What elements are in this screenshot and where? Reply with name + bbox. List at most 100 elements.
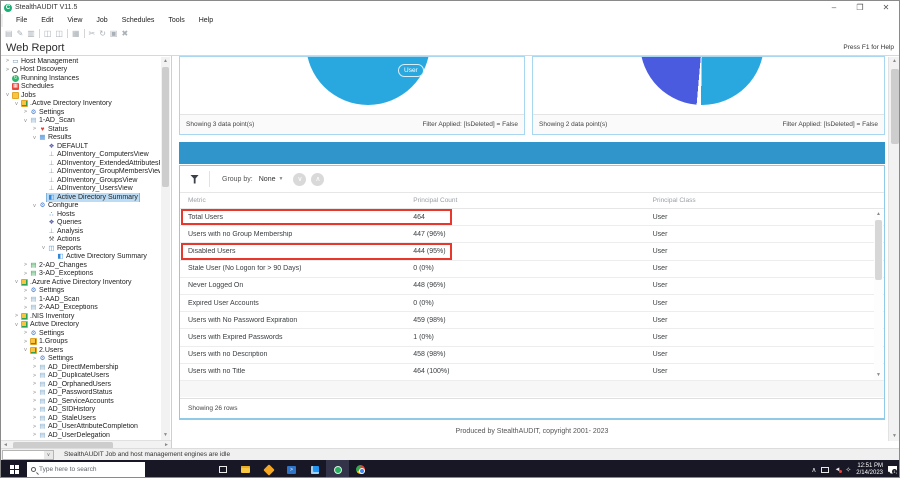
tree-item[interactable]: >⚙Settings (1, 329, 160, 338)
tray-chevron-up-icon[interactable]: ∧ (811, 466, 816, 474)
report-scroll-up-icon[interactable]: ▲ (889, 57, 900, 66)
close-button[interactable]: ✕ (873, 1, 899, 14)
tree-item[interactable]: >▤AD_ServiceAccounts (1, 397, 160, 406)
chrome-icon[interactable] (349, 460, 372, 478)
new-job-icon[interactable]: ▤ (5, 28, 13, 40)
connected-devices-icon[interactable]: ✧ (845, 466, 851, 474)
expand-icon[interactable]: > (31, 424, 38, 430)
notifications-icon[interactable]: 1 (888, 466, 897, 474)
tree-item[interactable]: >▤1-AAD_Scan (1, 295, 160, 304)
expand-icon[interactable]: > (31, 373, 38, 379)
tree-item[interactable]: ▦Schedules (1, 83, 160, 92)
collapse-icon[interactable]: v (31, 203, 38, 209)
tree-item[interactable]: ❖DEFAULT (1, 142, 160, 151)
tree-item[interactable]: >▤2-AAD_Exceptions (1, 304, 160, 313)
table-row[interactable]: Expired User Accounts0 (0%)User (180, 295, 884, 312)
network-icon[interactable] (821, 467, 829, 473)
collapse-icon[interactable]: v (4, 92, 11, 98)
report-vscroll-thumb[interactable] (891, 69, 899, 144)
tree-item[interactable]: ◧Active Directory Summary (1, 193, 160, 202)
status-combo-box[interactable]: ∨ (2, 450, 54, 460)
expand-icon[interactable]: > (22, 262, 29, 268)
taskbar-search[interactable]: Type here to search (27, 462, 145, 477)
tree-item[interactable]: ⊥ADInventory_GroupMembersView (1, 168, 160, 177)
expand-icon[interactable]: > (31, 398, 38, 404)
tree-item[interactable]: ⊥ADInventory_ComputersView (1, 151, 160, 160)
cut-icon[interactable]: ✂ (89, 28, 96, 40)
menu-help[interactable]: Help (192, 17, 220, 24)
report-scroll-down-icon[interactable]: ▼ (889, 432, 900, 441)
table-row[interactable]: Users with No Password Expiration459 (98… (180, 312, 884, 329)
expand-icon[interactable]: > (31, 415, 38, 421)
scroll-up-icon[interactable]: ▲ (161, 57, 170, 66)
pie-chart-enabled-disabled[interactable] (640, 56, 764, 105)
expand-icon[interactable]: > (31, 356, 38, 362)
stealthaudit-green-icon[interactable] (326, 460, 349, 478)
tree-item[interactable]: ◧Active Directory Summary (1, 253, 160, 262)
add-host-icon[interactable]: ◫ (44, 28, 52, 40)
task-view-icon[interactable] (211, 460, 234, 478)
tree-item[interactable]: >▤AD_DirectMembership (1, 363, 160, 372)
table-row[interactable]: Total Users464User (180, 209, 884, 226)
expand-icon[interactable]: > (22, 305, 29, 311)
expand-icon[interactable]: > (31, 407, 38, 413)
tree-item[interactable]: >⚙Settings (1, 355, 160, 364)
tree-item[interactable]: v◫Reports (1, 244, 160, 253)
collapse-icon[interactable]: v (22, 118, 29, 124)
expand-icon[interactable]: > (31, 381, 38, 387)
paste-icon[interactable]: ▣ (110, 28, 118, 40)
collapse-icon[interactable]: v (22, 347, 29, 353)
expand-groups-button[interactable]: ∨ (293, 173, 306, 186)
table-row[interactable]: Users with no Group Membership447 (96%)U… (180, 226, 884, 243)
remove-host-icon[interactable]: ◫ (55, 28, 63, 40)
restore-button[interactable]: ❐ (847, 1, 873, 14)
table-scroll-down-icon[interactable]: ▼ (874, 371, 883, 380)
column-header[interactable]: Principal Class (645, 197, 884, 204)
run-job-icon[interactable]: ▦ (72, 28, 80, 40)
expand-icon[interactable]: > (22, 109, 29, 115)
tree-item[interactable]: ↻Running Instances (1, 74, 160, 83)
tree-item[interactable]: v.Azure Active Directory Inventory (1, 278, 160, 287)
tree-item[interactable]: ⊥ADInventory_ExtendedAttributesP (1, 159, 160, 168)
tree-item[interactable]: >▤2-AD_Changes (1, 261, 160, 270)
tree-item[interactable]: ❖Queries (1, 219, 160, 228)
tree-item[interactable]: >▤AD_DuplicateUsers (1, 372, 160, 381)
tree-item[interactable]: >▤AD_UserDelegation (1, 431, 160, 440)
menu-view[interactable]: View (60, 17, 89, 24)
expand-icon[interactable]: > (4, 67, 11, 73)
table-scroll-up-icon[interactable]: ▲ (874, 210, 883, 219)
table-row[interactable]: Users with no Description458 (98%)User (180, 347, 884, 364)
powershell-icon[interactable]: > (280, 460, 303, 478)
collapse-icon[interactable]: v (31, 135, 38, 141)
expand-icon[interactable]: > (22, 288, 29, 294)
tree-item[interactable]: >▤3-AD_Exceptions (1, 270, 160, 279)
tree-item[interactable]: >⚙Settings (1, 108, 160, 117)
groupby-select[interactable]: None (259, 176, 276, 183)
column-header[interactable]: Metric (180, 197, 405, 204)
expand-icon[interactable]: > (22, 271, 29, 277)
table-row[interactable]: Users with Expired Passwords1 (0%)User (180, 329, 884, 346)
stealthaudit-orange-icon[interactable] (257, 460, 280, 478)
file-explorer-icon[interactable] (234, 460, 257, 478)
menu-edit[interactable]: Edit (34, 17, 60, 24)
menu-tools[interactable]: Tools (161, 17, 191, 24)
clock[interactable]: 12:51 PM 2/14/2023 (856, 463, 883, 477)
tree-item[interactable]: >1.Groups (1, 338, 160, 347)
menu-schedules[interactable]: Schedules (115, 17, 162, 24)
chevron-down-icon[interactable]: ▼ (278, 176, 283, 182)
tree-item[interactable]: vActive Directory (1, 321, 160, 330)
collapse-icon[interactable]: v (13, 279, 20, 285)
expand-icon[interactable]: > (22, 339, 29, 345)
tree-vscroll-thumb[interactable] (162, 67, 169, 187)
delete-icon[interactable]: ✖ (121, 28, 128, 40)
edit-icon[interactable]: ✎ (17, 28, 24, 40)
table-row[interactable]: Stale User (No Logon for > 90 Days)0 (0%… (180, 261, 884, 278)
tree-item[interactable]: v⚙Configure (1, 202, 160, 211)
expand-icon[interactable]: > (4, 58, 11, 64)
tree-item[interactable]: >.NIS Inventory (1, 312, 160, 321)
expand-icon[interactable]: > (22, 330, 29, 336)
minimize-button[interactable]: – (821, 1, 847, 14)
collapse-icon[interactable]: v (40, 245, 47, 251)
expand-icon[interactable]: > (31, 364, 38, 370)
tree-item[interactable]: >▤AD_OrphanedUsers (1, 380, 160, 389)
